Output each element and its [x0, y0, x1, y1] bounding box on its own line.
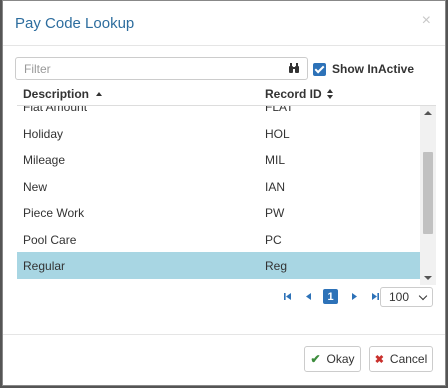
table-row[interactable]: Flat Amount FLAT: [17, 106, 420, 120]
dialog-title: Pay Code Lookup: [15, 15, 135, 32]
show-inactive-label[interactable]: Show InActive: [332, 62, 414, 76]
grid-rows: Flat Amount FLAT Holiday HOL Mileage MIL…: [17, 106, 420, 279]
cancel-button-label: Cancel: [389, 352, 428, 366]
checkbox-checked-icon[interactable]: [313, 62, 326, 76]
pay-code-lookup-dialog: Pay Code Lookup × Show InActive Descript…: [2, 0, 446, 386]
page-number-current[interactable]: 1: [323, 289, 338, 304]
cell-record-id: PC: [265, 232, 282, 247]
times-icon: ✖: [374, 353, 384, 366]
scroll-down-icon[interactable]: [424, 276, 432, 280]
okay-button-label: Okay: [326, 352, 355, 366]
table-row-selected[interactable]: Regular Reg: [17, 252, 420, 279]
grid-scrollbar[interactable]: [420, 106, 436, 285]
cancel-button[interactable]: ✖ Cancel: [369, 346, 433, 372]
scroll-up-icon[interactable]: [424, 111, 432, 115]
chevron-down-icon: [418, 291, 428, 301]
cell-record-id: PW: [265, 206, 285, 220]
column-header-label: Description: [23, 87, 90, 101]
first-page-icon[interactable]: [281, 290, 295, 304]
cell-record-id: FLAT: [265, 106, 294, 114]
cell-description: Mileage: [23, 153, 66, 167]
table-row[interactable]: Pool Care PC: [17, 226, 420, 253]
okay-button[interactable]: ✔ Okay: [304, 346, 361, 372]
cell-description: Pool Care: [23, 232, 77, 247]
prev-page-icon[interactable]: [302, 290, 316, 304]
page-size-select[interactable]: 100: [380, 287, 433, 307]
pay-code-grid: Flat Amount FLAT Holiday HOL Mileage MIL…: [17, 106, 436, 285]
scroll-thumb[interactable]: [423, 152, 433, 234]
filter-box: [15, 57, 308, 80]
cell-record-id: IAN: [265, 179, 286, 194]
cell-description: Holiday: [23, 126, 64, 141]
page-size-value: 100: [389, 290, 410, 304]
footer-divider: [3, 334, 445, 335]
pagination: 1: [281, 289, 389, 304]
show-inactive-toggle[interactable]: Show InActive: [313, 62, 414, 76]
cell-record-id: HOL: [265, 126, 290, 141]
table-row[interactable]: New IAN: [17, 173, 420, 200]
dialog-header: Pay Code Lookup ×: [3, 1, 445, 46]
table-row[interactable]: Holiday HOL: [17, 120, 420, 147]
cell-description: New: [23, 179, 48, 194]
column-header-description[interactable]: Description: [23, 87, 103, 101]
column-header-record-id[interactable]: Record ID: [265, 87, 334, 101]
sort-both-icon: [326, 89, 334, 99]
filter-input[interactable]: [24, 60, 274, 77]
close-icon[interactable]: ×: [422, 13, 431, 29]
cell-record-id: Reg: [265, 259, 288, 273]
table-row[interactable]: Piece Work PW: [17, 199, 420, 226]
table-row[interactable]: Mileage MIL: [17, 146, 420, 173]
cell-description: Piece Work: [23, 206, 85, 220]
cell-description: Regular: [23, 259, 66, 273]
sort-asc-icon: [96, 92, 103, 96]
cell-description: Flat Amount: [23, 106, 88, 114]
check-icon: ✔: [310, 352, 321, 366]
cell-record-id: MIL: [265, 153, 286, 167]
column-header-label: Record ID: [265, 87, 322, 101]
next-page-icon[interactable]: [347, 290, 361, 304]
binoculars-icon[interactable]: [288, 62, 300, 74]
